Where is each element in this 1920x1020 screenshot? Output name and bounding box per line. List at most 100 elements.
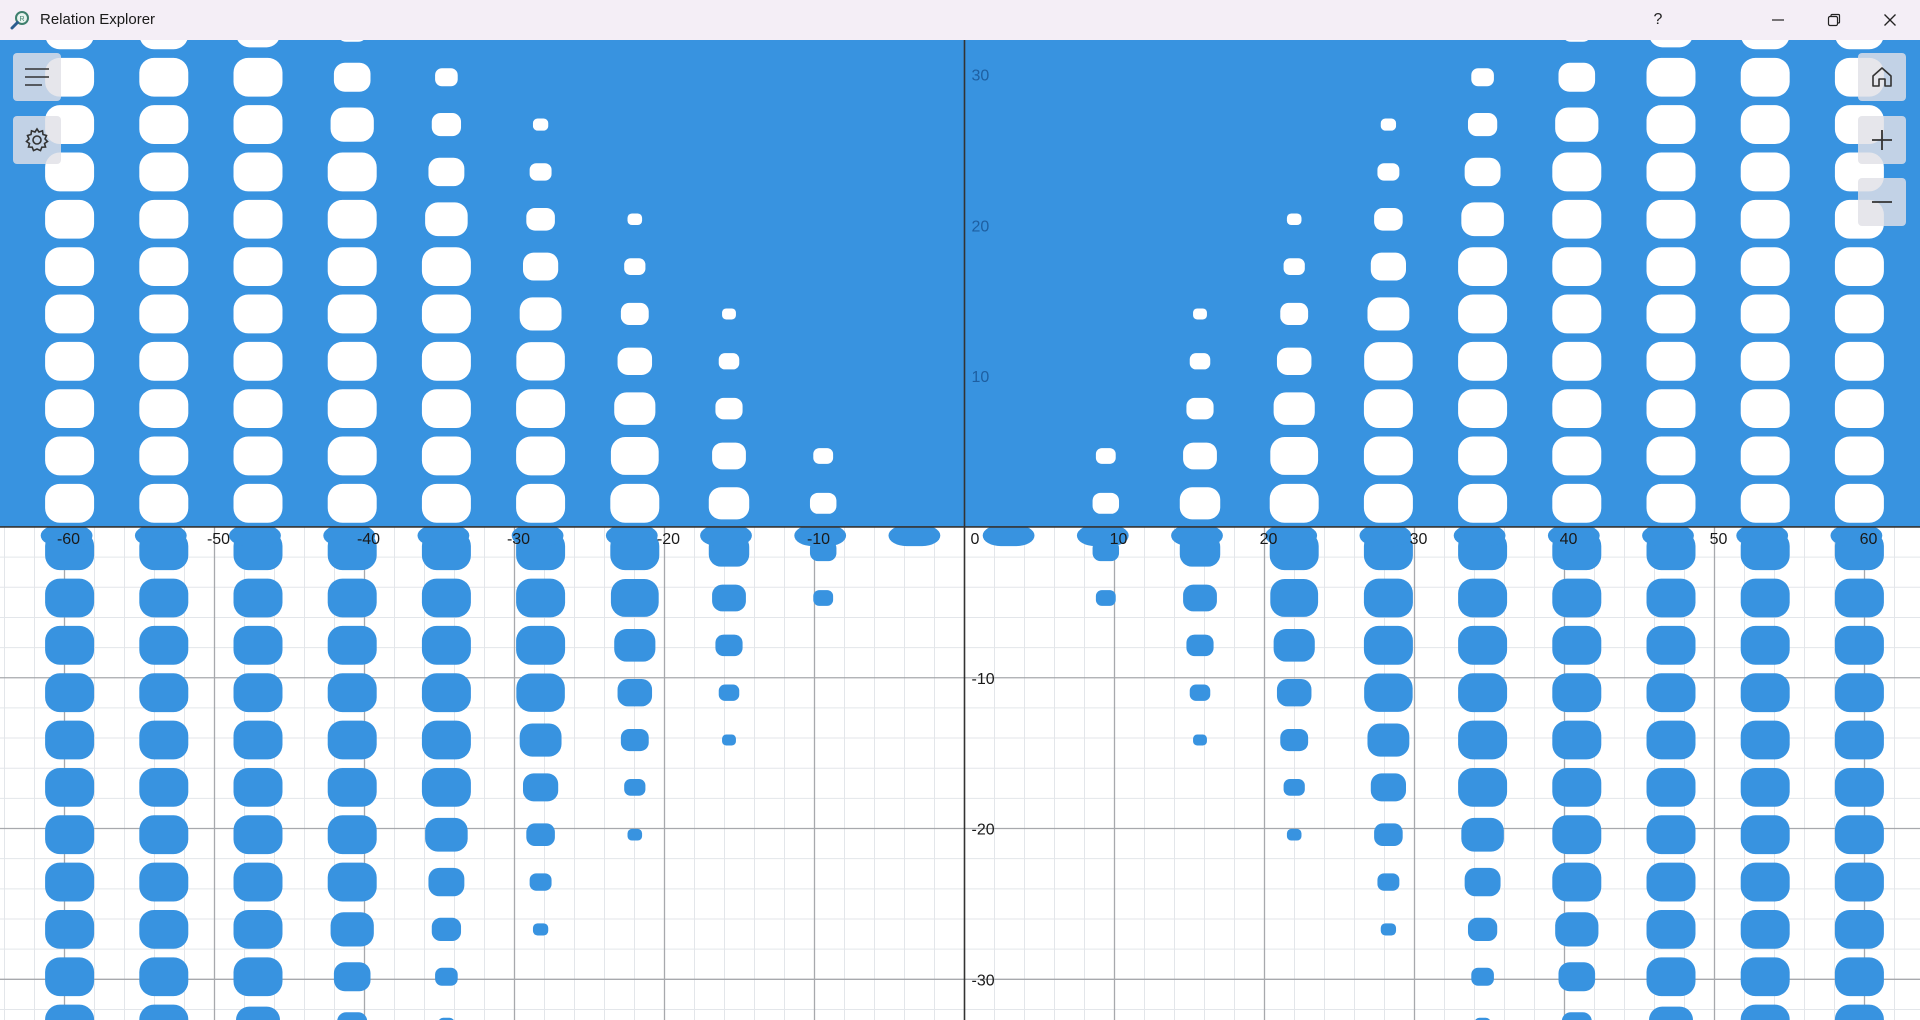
region-blob — [1834, 625, 1884, 665]
region-blob — [1458, 625, 1508, 665]
x-tick-label: 30 — [1410, 531, 1428, 548]
region-blob — [421, 673, 471, 713]
region-blob — [45, 578, 95, 618]
region-hole — [1380, 118, 1397, 131]
region-hole — [45, 483, 95, 523]
region-blob — [1834, 673, 1884, 713]
region-blob — [45, 957, 95, 997]
region-hole — [327, 341, 377, 381]
region-hole — [327, 436, 377, 476]
region-blob — [327, 578, 377, 618]
region-hole — [1286, 213, 1302, 226]
region-hole — [1740, 483, 1790, 523]
restore-button[interactable] — [1806, 0, 1862, 40]
region-hole — [421, 247, 471, 287]
region-blob — [45, 767, 95, 807]
region-hole — [1646, 436, 1696, 476]
region-hole — [1374, 207, 1403, 231]
region-hole — [526, 207, 555, 231]
region-hole — [624, 258, 646, 276]
region-blob — [1552, 815, 1602, 855]
region-blob — [139, 957, 189, 997]
region-blob — [233, 909, 283, 949]
region-blob — [1193, 734, 1207, 746]
region-blob — [45, 815, 95, 855]
help-button[interactable]: ? — [1630, 0, 1686, 40]
region-blob — [1189, 684, 1211, 701]
region-hole — [1270, 437, 1319, 475]
region-blob — [1646, 673, 1696, 713]
region-hole — [139, 199, 189, 239]
home-button[interactable] — [1858, 53, 1906, 101]
region-hole — [327, 247, 377, 287]
region-hole — [1458, 341, 1508, 381]
x-tick-label: -30 — [507, 531, 530, 548]
region-hole — [1458, 247, 1508, 287]
graph-canvas[interactable]: -60 -50 -40 -30 -20 -10 0 10 20 30 40 50 60 30 20 10 -10… — [0, 40, 1920, 1020]
region-blob — [236, 1006, 280, 1020]
region-hole — [532, 118, 549, 131]
region-hole — [421, 389, 471, 429]
region-hole — [233, 152, 283, 192]
region-hole — [327, 389, 377, 429]
region-blob — [1834, 815, 1884, 855]
region-blob — [614, 629, 656, 662]
region-blob — [139, 720, 189, 760]
region-blob — [45, 720, 95, 760]
region-hole — [421, 294, 471, 334]
region-hole — [327, 483, 377, 523]
region-blob — [1458, 673, 1508, 713]
region-hole — [233, 199, 283, 239]
menu-button[interactable] — [13, 53, 61, 101]
region-hole — [1461, 202, 1504, 237]
region-hole — [1377, 163, 1400, 181]
region-hole — [1552, 199, 1602, 239]
region-blob — [431, 917, 462, 941]
region-blob — [1558, 962, 1596, 992]
region-hole — [327, 199, 377, 239]
region-blob — [1834, 578, 1884, 618]
region-hole — [233, 483, 283, 523]
region-blob — [1834, 909, 1884, 949]
close-button[interactable] — [1862, 0, 1918, 40]
zoom-in-button[interactable] — [1858, 116, 1906, 164]
region-blob — [421, 625, 471, 665]
region-hole — [1834, 389, 1884, 429]
region-blob — [1276, 679, 1312, 707]
relation-plot[interactable]: -60 -50 -40 -30 -20 -10 0 10 20 30 40 50 60 30 20 10 -10… — [0, 40, 1920, 1020]
region-blob — [233, 578, 283, 618]
region-hole — [1269, 483, 1319, 523]
region-blob — [327, 815, 377, 855]
region-blob — [333, 962, 371, 992]
region-blob — [139, 1004, 189, 1020]
region-hole — [1646, 294, 1696, 334]
region-blob — [516, 673, 565, 712]
y-tick-label: -20 — [972, 822, 995, 839]
x-tick-label: 40 — [1560, 531, 1578, 548]
region-blob — [139, 625, 189, 665]
window-title: Relation Explorer — [40, 11, 156, 28]
title-bar: R Relation Explorer ? — [0, 0, 1920, 40]
region-blobs — [40, 524, 1884, 1020]
region-blob — [617, 679, 653, 707]
region-hole — [327, 152, 377, 192]
x-tick-label: -20 — [657, 531, 680, 548]
region-blob — [610, 579, 659, 617]
region-blob — [1649, 1006, 1693, 1020]
region-blob — [435, 967, 458, 986]
settings-button[interactable] — [13, 116, 61, 164]
region-hole — [516, 342, 565, 381]
region-hole — [233, 436, 283, 476]
region-blob — [1552, 673, 1602, 713]
region-blob — [1834, 1004, 1884, 1020]
region-blob — [1740, 1004, 1790, 1020]
region-hole — [139, 341, 189, 381]
region-blob — [624, 778, 646, 796]
region-blob — [1552, 720, 1602, 760]
region-hole — [1740, 294, 1790, 334]
region-hole — [1467, 112, 1498, 137]
region-blob — [1458, 720, 1508, 760]
x-tick-label: 10 — [1110, 531, 1128, 548]
zoom-out-button[interactable] — [1858, 178, 1906, 226]
minimize-button[interactable] — [1750, 0, 1806, 40]
